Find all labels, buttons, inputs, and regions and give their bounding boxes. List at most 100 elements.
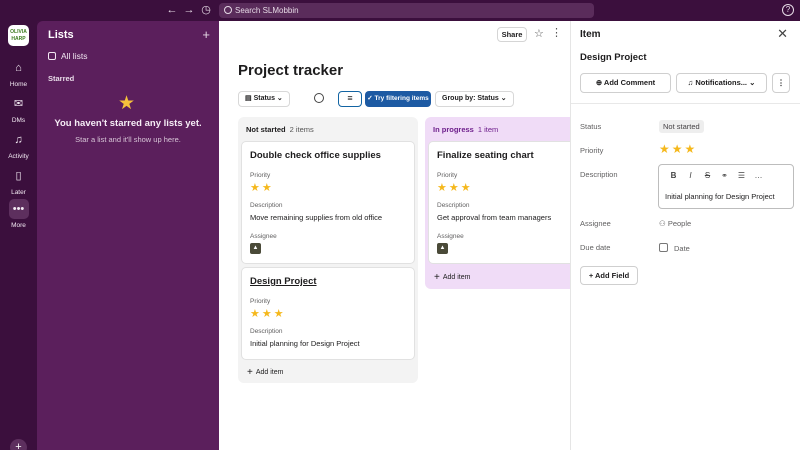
priority-stars: ★★ xyxy=(250,182,274,194)
add-item-label: Add item xyxy=(255,369,284,376)
column-name: In progress xyxy=(433,125,474,134)
status-badge[interactable]: Not started xyxy=(659,120,704,133)
wand-icon: ✓ xyxy=(367,95,375,102)
close-icon[interactable]: ✕ xyxy=(777,26,788,42)
status-filter-label: Status xyxy=(253,95,275,102)
description-label: Description xyxy=(250,328,283,335)
workspace-rail: OLIVIA HARP ⌂ Home ✉ DMs ♫ Activity ▯ La… xyxy=(0,21,37,450)
notifications-button[interactable]: ♫ Notifications... ⌄ xyxy=(676,73,767,93)
sidebar-title: Lists xyxy=(48,29,74,41)
try-filtering-label: Try filtering items xyxy=(374,95,429,102)
column-count: 1 item xyxy=(477,125,499,134)
italic-icon[interactable]: I xyxy=(682,171,699,180)
rail-later[interactable]: ▯ Later xyxy=(0,166,37,196)
group-by-label: Group by: Status xyxy=(442,95,499,102)
sidebar-item-all-lists[interactable]: All lists xyxy=(48,51,87,61)
strikethrough-icon[interactable]: S xyxy=(699,171,716,180)
filter-icon: ▤ xyxy=(245,95,254,102)
more-vertical-icon[interactable]: ⋮ xyxy=(551,26,562,39)
due-date-field[interactable]: Date xyxy=(659,243,690,253)
rail-activity[interactable]: ♫ Activity xyxy=(0,130,37,160)
item-card[interactable]: Design Project Priority ★★★ Description … xyxy=(241,267,415,360)
rail-more-label: More xyxy=(11,222,26,229)
bold-icon[interactable]: B xyxy=(665,171,682,180)
more-dots-icon[interactable]: … xyxy=(750,171,767,180)
column-not-started: Not started 2 items Double check office s… xyxy=(238,117,418,383)
add-comment-label: Add Comment xyxy=(603,78,656,87)
chevron-down-icon: ⌄ xyxy=(747,78,756,87)
create-new-icon[interactable]: + xyxy=(10,439,27,450)
empty-state-subtitle: Star a list and it'll show up here. xyxy=(75,135,181,144)
description-editor[interactable]: B I S ⚭ ☰… Initial planning for Design Proje… xyxy=(658,164,794,209)
status-label: Status xyxy=(580,122,602,131)
item-card[interactable]: Double check office supplies Priority ★★… xyxy=(241,141,415,264)
list-icon xyxy=(48,52,56,60)
group-by-dropdown[interactable]: Group by: Status ⌄ xyxy=(435,91,514,107)
home-icon: ⌂ xyxy=(15,62,22,74)
item-card[interactable]: Finalize seating chart Priority ★★★ Desc… xyxy=(428,141,570,264)
avatar: ▲ xyxy=(437,243,448,254)
add-item-button[interactable]: + Add item xyxy=(247,367,283,378)
due-date-label: Due date xyxy=(580,243,611,252)
history-icon[interactable]: ◷ xyxy=(199,3,213,17)
workspace-logo[interactable]: OLIVIA HARP xyxy=(8,25,29,46)
rail-home-label: Home xyxy=(9,81,28,88)
card-title[interactable]: Double check office supplies xyxy=(250,150,381,161)
description-text[interactable]: Initial planning for Design Project xyxy=(665,192,775,201)
priority-stars[interactable]: ★★★ xyxy=(659,142,697,156)
add-comment-button[interactable]: ⊕ Add Comment xyxy=(580,73,671,93)
star-list-icon[interactable]: ☆ xyxy=(534,27,544,40)
add-field-button[interactable]: + Add Field xyxy=(580,266,638,285)
share-button[interactable]: Share xyxy=(497,27,527,42)
rail-home[interactable]: ⌂ Home xyxy=(0,58,37,88)
rail-activity-label: Activity xyxy=(8,153,29,160)
search-icon xyxy=(224,6,232,14)
column-name: Not started xyxy=(246,125,286,134)
search-input[interactable]: Search SLMobbin xyxy=(219,3,594,18)
assignee-label: Assignee xyxy=(437,233,464,240)
rail-later-label: Later xyxy=(11,189,26,196)
priority-label: Priority xyxy=(250,172,271,179)
link-icon[interactable]: ⚭ xyxy=(716,171,733,180)
more-vertical-icon[interactable]: ⋮ xyxy=(772,73,790,93)
divider xyxy=(571,103,800,104)
try-filtering-tooltip[interactable]: ✓ Try filtering items xyxy=(365,91,431,107)
status-filter-dropdown[interactable]: ▤ Status ⌄ xyxy=(238,91,290,107)
sidebar-item-label: All lists xyxy=(61,51,88,61)
assignee-label: Assignee xyxy=(250,233,277,240)
avatar: ▲ xyxy=(250,243,261,254)
help-icon[interactable]: ? xyxy=(782,4,794,16)
add-item-button[interactable]: + Add item xyxy=(434,272,470,283)
plus-icon: + xyxy=(434,272,440,283)
description-value: Initial planning for Design Project xyxy=(250,339,360,348)
page-title: Project tracker xyxy=(238,62,344,79)
rail-more[interactable]: ••• More xyxy=(0,199,37,229)
priority-stars: ★★★ xyxy=(250,308,286,320)
search-icon[interactable] xyxy=(314,93,324,103)
formatting-toolbar: B I S ⚭ ☰… xyxy=(665,171,767,180)
dm-icon: ✉ xyxy=(13,98,24,110)
forward-arrow-icon[interactable]: → xyxy=(182,3,196,17)
description-label: Description xyxy=(580,170,618,179)
description-value: Move remaining supplies from old office xyxy=(250,213,383,222)
board-view: Share ☆ ⋮ Project tracker ▤ Status ⌄ ≡ ✓… xyxy=(219,21,570,450)
assignee-field[interactable]: ⚇ People xyxy=(659,219,691,228)
back-arrow-icon[interactable]: ← xyxy=(165,3,179,17)
rail-dms[interactable]: ✉ DMs xyxy=(0,94,37,124)
list-icon[interactable]: ☰ xyxy=(733,171,750,180)
card-title[interactable]: Design Project xyxy=(250,276,317,287)
priority-label: Priority xyxy=(580,146,604,155)
starred-heading: Starred xyxy=(48,74,75,83)
filter-sliders-icon[interactable]: ≡ xyxy=(338,91,362,107)
column-in-progress: In progress 1 item Finalize seating chart… xyxy=(425,117,570,289)
column-count: 2 items xyxy=(289,125,314,134)
bookmark-icon: ▯ xyxy=(15,170,22,182)
card-title[interactable]: Finalize seating chart xyxy=(437,150,534,161)
item-name: Design Project xyxy=(580,52,647,63)
add-item-label: Add item xyxy=(442,274,471,281)
calendar-icon xyxy=(659,243,668,252)
panel-title: Item xyxy=(580,29,601,40)
empty-state-title: You haven't starred any lists yet. xyxy=(54,118,202,129)
new-list-plus-icon[interactable]: + xyxy=(202,27,210,42)
bell-icon: ♫ xyxy=(14,134,23,146)
